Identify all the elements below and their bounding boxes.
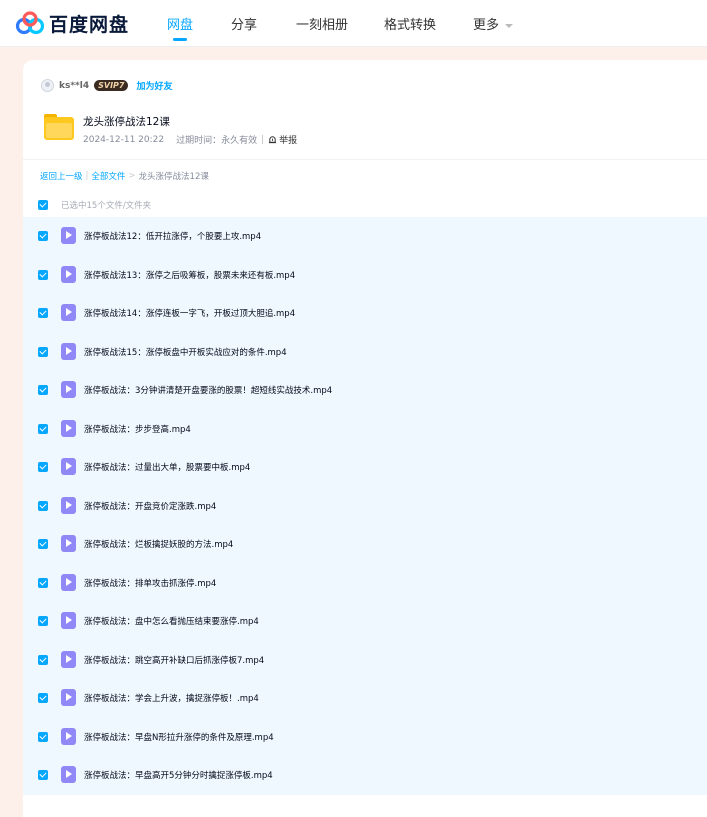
nav-tab-more[interactable]: 更多 [473,14,514,33]
brand-name: 百度网盘 [49,14,130,36]
file-checkbox[interactable] [38,577,48,588]
video-file-icon [61,727,76,745]
chevron-down-icon [505,23,514,28]
video-file-icon [61,265,76,283]
share-meta: 2024-12-11 20:22 过期时间：永久有效 举报 [83,133,297,147]
folder-icon [44,114,74,140]
video-file-icon [61,458,76,475]
breadcrumb-separator: | [85,171,89,181]
file-row[interactable]: 涨停板战法：烂板擒捉妖股的方法.mp4 [23,525,707,563]
file-name[interactable]: 涨停板战法14：涨停连板一字飞，开板过顶大胆追.mp4 [84,307,295,319]
file-checkbox[interactable] [38,346,48,357]
breadcrumb-all-files[interactable]: 全部文件 [91,170,125,182]
avatar[interactable] [41,79,54,92]
file-name[interactable]: 涨停板战法：跳空高开补缺口后抓涨停板7.mp4 [84,654,264,666]
video-file-icon [61,650,76,668]
meta-divider [262,135,264,144]
video-file-icon [61,227,76,244]
nav-more-label: 更多 [473,18,500,33]
sharer-info: ks**l4 SVIP7 加为好友 [41,79,172,92]
file-checkbox[interactable] [38,693,48,703]
video-file-icon [61,496,76,514]
file-row[interactable]: 涨停板战法：早盘N形拉升涨停的条件及原理.mp4 [23,718,707,756]
file-checkbox[interactable] [38,462,48,472]
nav-active-indicator [173,38,187,41]
share-card: ks**l4 SVIP7 加为好友 龙头涨停战法12课 2024-12-11 2… [23,60,707,817]
baidu-netdisk-logo-icon [15,10,45,34]
header-divider [23,159,707,160]
video-file-icon [61,419,76,437]
file-checkbox[interactable] [38,654,48,665]
select-all-checkbox[interactable] [38,200,48,210]
file-name[interactable]: 涨停板战法：早盘高开5分钟分时擒捉涨停板.mp4 [84,769,273,781]
file-row[interactable]: 涨停板战法：盘中怎么看抛压结束要涨停.mp4 [23,602,707,640]
breadcrumb: 返回上一级 | 全部文件 > 龙头涨停战法12课 [40,170,209,182]
file-row[interactable]: 涨停板战法：早盘高开5分钟分时擒捉涨停板.mp4 [23,756,707,794]
file-checkbox[interactable] [38,770,48,780]
file-name[interactable]: 涨停板战法13：涨停之后吸筹板，股票未来还有板.mp4 [84,269,295,281]
add-friend-link[interactable]: 加为好友 [136,79,172,92]
share-expiry: 过期时间：永久有效 [176,136,258,146]
file-name[interactable]: 涨停板战法：学会上升波，擒捉涨停板！.mp4 [84,692,259,704]
file-row[interactable]: 涨停板战法12：低开拉涨停，个股要上攻.mp4 [23,217,707,255]
file-row[interactable]: 涨停板战法14：涨停连板一字飞，开板过顶大胆追.mp4 [23,294,707,332]
file-name[interactable]: 涨停板战法：开盘竞价定涨跌.mp4 [84,500,216,512]
video-file-icon [61,342,76,360]
sharer-name[interactable]: ks**l4 [59,81,89,91]
share-date: 2024-12-11 20:22 [83,134,165,145]
breadcrumb-chevron-icon: > [128,171,136,181]
file-name[interactable]: 涨停板战法12：低开拉涨停，个股要上攻.mp4 [84,230,261,242]
nav-tab-format-convert[interactable]: 格式转换 [384,14,436,33]
file-name[interactable]: 涨停板战法：步步登高.mp4 [84,423,191,435]
file-checkbox[interactable] [38,231,48,241]
report-icon [269,136,277,144]
top-bar: 百度网盘 网盘 分享 一刻相册 格式转换 更多 [0,0,707,47]
file-row[interactable]: 涨停板战法：步步登高.mp4 [23,410,707,448]
nav-tab-moment-album[interactable]: 一刻相册 [296,14,348,33]
file-row[interactable]: 涨停板战法：排单攻击抓涨停.mp4 [23,564,707,602]
file-row[interactable]: 涨停板战法：开盘竞价定涨跌.mp4 [23,487,707,525]
report-button[interactable]: 举报 [268,133,297,146]
file-name[interactable]: 涨停板战法：3分钟讲清楚开盘要涨的股票！超短线实战技术.mp4 [84,384,332,396]
video-file-icon [61,766,76,783]
file-checkbox[interactable] [38,539,48,549]
video-file-icon [61,381,76,398]
file-checkbox[interactable] [38,385,48,395]
file-name[interactable]: 涨停板战法：早盘N形拉升涨停的条件及原理.mp4 [84,731,274,743]
video-file-icon [61,304,76,321]
file-row[interactable]: 涨停板战法：学会上升波，擒捉涨停板！.mp4 [23,679,707,717]
share-title: 龙头涨停战法12课 [83,116,170,128]
video-file-icon [61,535,76,552]
video-file-icon [61,612,76,629]
file-row[interactable]: 涨停板战法15：涨停板盘中开板实战应对的条件.mp4 [23,333,707,371]
file-name[interactable]: 涨停板战法：盘中怎么看抛压结束要涨停.mp4 [84,615,259,627]
logo[interactable]: 百度网盘 [15,10,129,37]
file-checkbox[interactable] [38,731,48,742]
select-all-row: 已选中15个文件/文件夹 [38,199,151,211]
nav-tab-netdisk[interactable]: 网盘 [167,14,193,33]
file-list: 涨停板战法12：低开拉涨停，个股要上攻.mp4 涨停板战法13：涨停之后吸筹板，… [23,217,707,795]
video-file-icon [61,573,76,591]
breadcrumb-back[interactable]: 返回上一级 [40,170,83,182]
file-name[interactable]: 涨停板战法：排单攻击抓涨停.mp4 [84,577,216,589]
nav-tab-share[interactable]: 分享 [231,14,257,33]
vip-badge: SVIP7 [94,80,129,91]
file-row[interactable]: 涨停板战法：跳空高开补缺口后抓涨停板7.mp4 [23,641,707,679]
file-checkbox[interactable] [38,616,48,626]
breadcrumb-current: 龙头涨停战法12课 [138,172,209,182]
file-name[interactable]: 涨停板战法：过量出大单，股票要中板.mp4 [84,461,250,473]
file-checkbox[interactable] [38,423,48,434]
file-row[interactable]: 涨停板战法：3分钟讲清楚开盘要涨的股票！超短线实战技术.mp4 [23,371,707,409]
selection-count: 已选中15个文件/文件夹 [61,201,152,211]
file-checkbox[interactable] [38,269,48,280]
file-name[interactable]: 涨停板战法15：涨停板盘中开板实战应对的条件.mp4 [84,346,287,358]
report-label: 举报 [279,136,298,146]
file-name[interactable]: 涨停板战法：烂板擒捉妖股的方法.mp4 [84,538,233,550]
file-row[interactable]: 涨停板战法：过量出大单，股票要中板.mp4 [23,448,707,486]
video-file-icon [61,689,76,706]
file-checkbox[interactable] [38,500,48,511]
file-row[interactable]: 涨停板战法13：涨停之后吸筹板，股票未来还有板.mp4 [23,256,707,294]
file-checkbox[interactable] [38,308,48,318]
